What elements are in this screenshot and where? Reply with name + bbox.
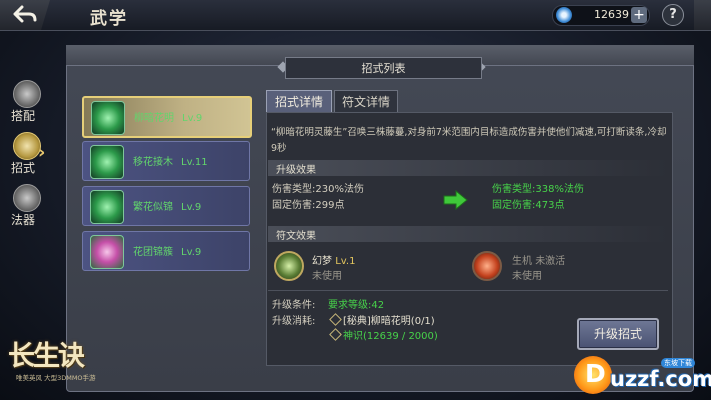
rune2-status: 未使用 [512, 271, 542, 282]
cost-spirit: 神识(12639 / 2000) [343, 331, 438, 342]
rune2-name: 生机 未激活 [512, 256, 566, 267]
page-title: 武学 [90, 9, 128, 29]
skill-item[interactable]: 花团锦簇 Lv.9 [82, 231, 250, 271]
list-header-title: 招式列表 [361, 62, 406, 75]
sword-icon [13, 132, 41, 160]
upgrade-move-button[interactable]: 升级招式 [577, 318, 659, 350]
tab-move-detail[interactable]: 招式详情 [266, 90, 332, 114]
back-arrow-icon [13, 5, 37, 23]
tab-rune-detail[interactable]: 符文详情 [334, 90, 398, 114]
watermark-text: uzzf.com [610, 367, 711, 391]
lotus-skill-icon [90, 235, 124, 269]
skill-name: 花团锦簇 Lv.9 [133, 247, 202, 258]
sidebar-item-combination[interactable]: 搭配 [2, 80, 52, 128]
currency-display: 12639 + [552, 5, 650, 26]
rune1-status: 未使用 [312, 271, 342, 282]
currency-value: 12639 [594, 8, 629, 21]
section-title: 符文效果 [276, 231, 316, 242]
arrow-right-icon [443, 190, 468, 210]
artifact-icon [13, 184, 41, 212]
upgrade-condition-label: 升级条件: [272, 300, 316, 311]
next-damage-type: 伤害类型:338%法伤 [492, 184, 584, 195]
corner-decoration [694, 0, 711, 30]
skill-name: 柳暗花明 Lv.9 [134, 113, 203, 124]
current-damage-type: 伤害类型:230%法伤 [272, 184, 364, 195]
game-logo: 长生诀 [8, 341, 85, 372]
skill-name: 移花接木 Lv.11 [133, 157, 208, 168]
vine-skill-icon [90, 145, 124, 179]
help-button[interactable]: ? [662, 4, 684, 26]
sidebar-item-artifact[interactable]: 法器 [2, 184, 52, 232]
game-subtitle: 唯美英风 大型3DMMO手游 [16, 374, 96, 382]
cost-secret-book: [秘典]柳暗花明(0/1) [343, 316, 435, 327]
skill-item[interactable]: 繁花似锦 Lv.9 [82, 186, 250, 226]
skill-name: 繁花似锦 Lv.9 [133, 202, 202, 213]
upgrade-cost-label: 升级消耗: [272, 316, 316, 327]
skill-item[interactable]: 柳暗花明 Lv.9 [82, 96, 252, 138]
yin-yang-icon [13, 80, 41, 108]
current-fixed-damage: 固定伤害:299点 [272, 200, 345, 211]
sidebar-item-label: 搭配 [11, 109, 36, 123]
rune-effect-section: 符文效果 [268, 226, 668, 242]
add-currency-button[interactable]: + [631, 7, 647, 23]
watermark-letter: D [585, 359, 606, 388]
rune1-name: 幻梦 Lv.1 [312, 256, 356, 267]
active-chevron-icon: › [38, 142, 46, 163]
vine-skill-icon [90, 190, 124, 224]
section-title: 升级效果 [276, 165, 316, 176]
divider [268, 290, 668, 291]
skill-item[interactable]: 移花接木 Lv.11 [82, 141, 250, 181]
sidebar-item-label: 招式 [11, 161, 36, 175]
upgrade-effect-section: 升级效果 [268, 160, 668, 176]
next-fixed-damage: 固定伤害:473点 [492, 200, 565, 211]
watermark-tag: 东坡下载 [661, 358, 695, 368]
skill-description: “柳暗花明灵藤生”召唤三株藤蔓,对身前7米范围内目标造成伤害并使他们减速,可打断… [271, 127, 667, 154]
vine-skill-icon [91, 101, 125, 135]
spirit-orb-icon [556, 7, 572, 23]
fire-rune-icon[interactable] [472, 251, 502, 281]
leaf-rune-icon[interactable] [274, 251, 304, 281]
sidebar-item-label: 法器 [11, 213, 36, 227]
upgrade-condition-value: 要求等级:42 [328, 300, 385, 311]
